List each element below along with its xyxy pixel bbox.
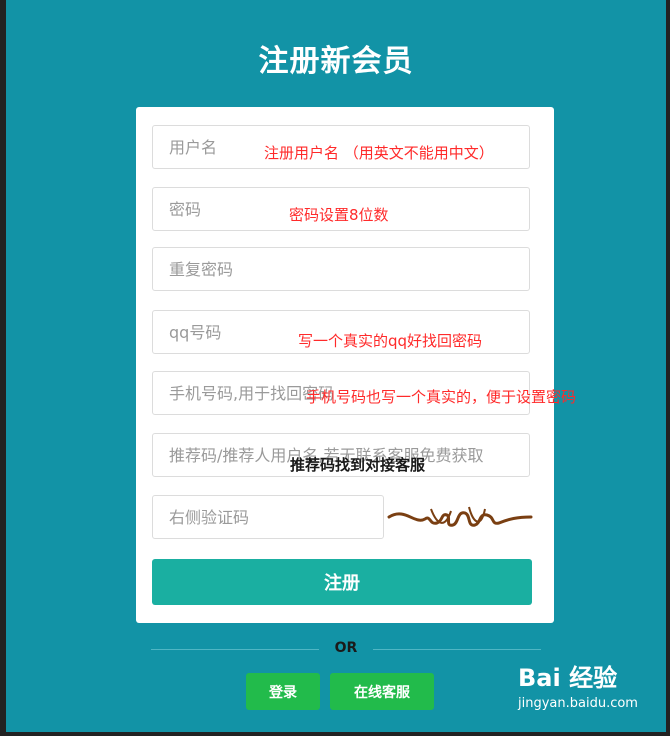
- captcha-input[interactable]: [152, 495, 384, 539]
- username-input[interactable]: [152, 125, 530, 169]
- register-button[interactable]: 注册: [152, 559, 532, 605]
- register-form: 注册: [136, 107, 554, 623]
- or-divider: OR: [151, 640, 541, 658]
- repeat-password-input[interactable]: [152, 247, 530, 291]
- divider-line-right: [373, 649, 541, 650]
- password-input[interactable]: [152, 187, 530, 231]
- phone-input[interactable]: [152, 371, 530, 415]
- online-service-button[interactable]: 在线客服: [330, 673, 434, 710]
- login-button[interactable]: 登录: [246, 673, 320, 710]
- watermark-logo: Bai 经验: [518, 664, 618, 692]
- page-title: 注册新会员: [258, 44, 414, 79]
- watermark-url: jingyan.baidu.com: [518, 696, 638, 711]
- or-label: OR: [334, 640, 358, 656]
- page-background: 注册新会员 注册 注册用户名 （用英文不能用中文） 密码设置8位数 写一个真实的…: [6, 0, 666, 732]
- referral-input[interactable]: [152, 433, 530, 477]
- baidu-jingyan-watermark: Bai 经验 jingyan.baidu.com: [518, 658, 658, 718]
- captcha-image[interactable]: [385, 495, 535, 539]
- qq-input[interactable]: [152, 310, 530, 354]
